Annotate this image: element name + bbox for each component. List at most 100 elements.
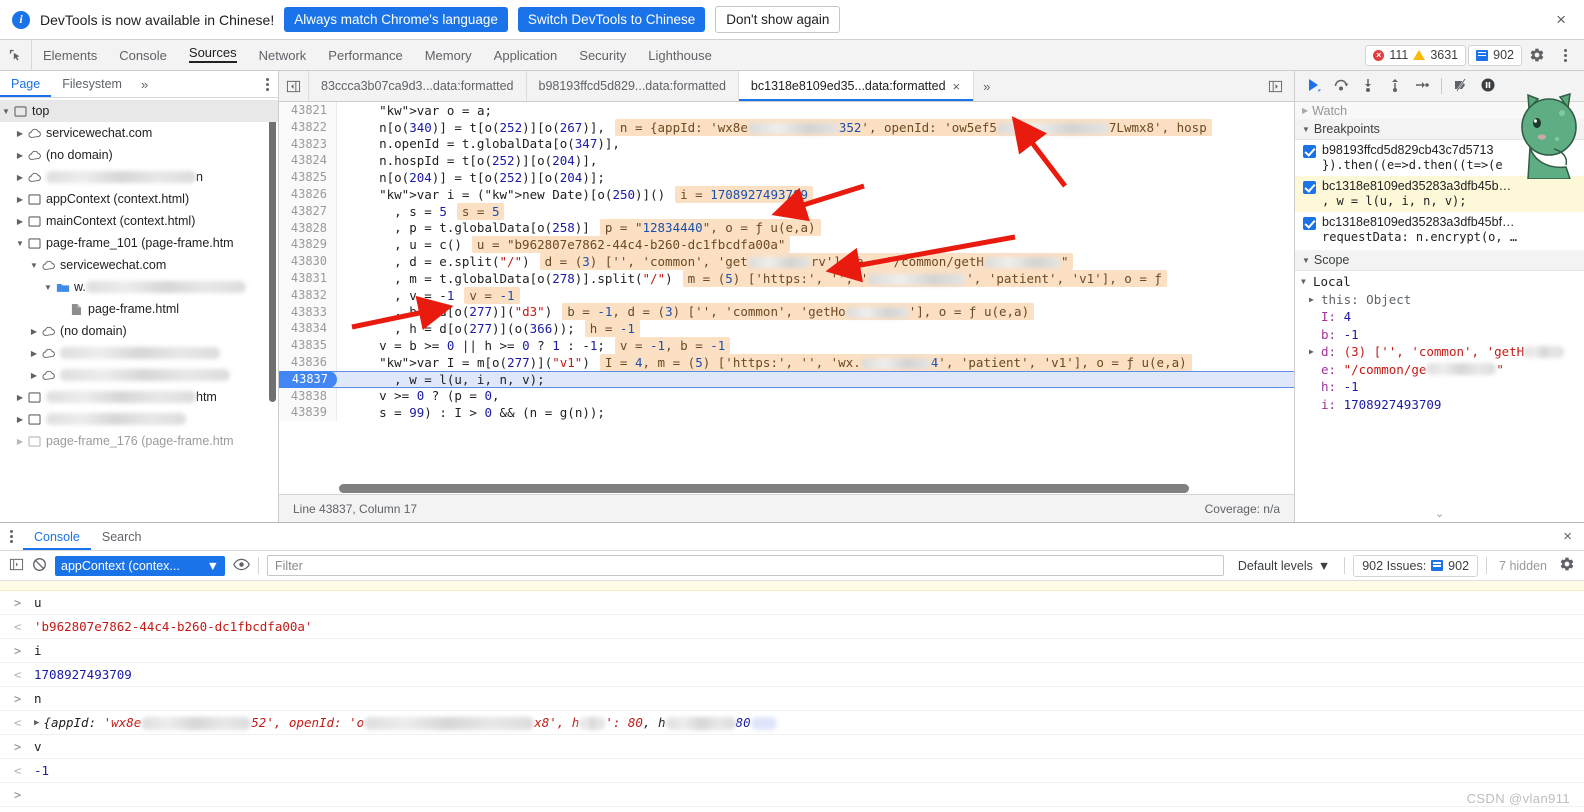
breakpoints-section-header[interactable]: ▼ Breakpoints (1295, 119, 1584, 140)
tree-item[interactable]: mainContext (context.html) (0, 210, 278, 232)
disclosure-triangle-icon[interactable] (14, 437, 26, 446)
scope-group[interactable]: ▼ Local (1295, 273, 1584, 291)
tree-item[interactable]: page-frame.html (0, 298, 278, 320)
breakpoint-item[interactable]: bc1318e8109ed35283a3dfb45b…, w = l(u, i,… (1295, 176, 1584, 212)
tree-item[interactable]: (no domain) (0, 320, 278, 342)
tab-application[interactable]: Application (483, 40, 569, 70)
line-number[interactable]: 43827 (279, 202, 337, 220)
line-number[interactable]: 43822 (279, 118, 337, 136)
scope-variable[interactable]: I: 4 (1295, 308, 1584, 326)
breakpoint-checkbox[interactable] (1303, 217, 1316, 230)
more-options-kebab-icon[interactable] (1552, 43, 1578, 67)
tab-elements[interactable]: Elements (32, 40, 108, 70)
scope-variable[interactable]: b: -1 (1295, 326, 1584, 344)
scope-variable[interactable]: ▶ d: (3) ['', 'common', 'getH (1295, 343, 1584, 361)
file-tabs-overflow-icon[interactable]: » (974, 71, 999, 101)
disclosure-triangle-icon[interactable] (14, 173, 26, 182)
file-tab-bc1318[interactable]: bc1318e8109ed35...data:formatted × (738, 71, 975, 101)
scope-variable[interactable]: h: -1 (1295, 378, 1584, 396)
disclosure-triangle-icon[interactable] (28, 371, 40, 380)
drawer-tab-search[interactable]: Search (91, 523, 153, 550)
line-number[interactable]: 43828 (279, 219, 337, 237)
issues-counter[interactable]: 902 (1468, 44, 1522, 66)
scope-section-header[interactable]: ▼ Scope (1295, 250, 1584, 271)
code-line[interactable]: 43821 "kw">var o = a; (279, 102, 1294, 119)
editor-horizontal-scrollbar[interactable] (339, 484, 1189, 493)
tree-item[interactable]: page-frame_176 (page-frame.htm (0, 430, 278, 452)
tab-lighthouse[interactable]: Lighthouse (637, 40, 723, 70)
code-line[interactable]: 43825 n[o(204)] = t[o(252)][o(204)]; (279, 169, 1294, 186)
console-filter-input[interactable] (267, 555, 1224, 576)
disclosure-triangle-icon[interactable] (14, 217, 26, 226)
settings-gear-icon[interactable] (1524, 43, 1550, 67)
tree-item[interactable]: w. (0, 276, 278, 298)
console-row[interactable]: < -1 (0, 759, 1584, 783)
code-line[interactable]: 43828 , p = t.globalData[o(258)] p = "128… (279, 219, 1294, 237)
step-icon[interactable] (1414, 77, 1430, 96)
disclosure-triangle-icon[interactable] (14, 239, 26, 248)
console-row[interactable]: < ▶ {appId: 'wx8e 52', openId: 'o x8', h ': 8… (0, 711, 1584, 735)
disclosure-triangle-icon[interactable] (28, 327, 40, 336)
inspect-element-icon[interactable] (0, 40, 32, 70)
tree-item[interactable]: servicewechat.com (0, 122, 278, 144)
tree-item[interactable] (0, 408, 278, 430)
code-line[interactable]: 43823 n.openId = t.globalData[o(347)], (279, 135, 1294, 153)
pause-on-exceptions-icon[interactable] (1480, 77, 1496, 96)
console-levels-selector[interactable]: Default levels ▼ (1232, 559, 1336, 573)
console-eye-icon[interactable] (233, 557, 250, 575)
console-context-selector[interactable]: appContext (contex... ▼ (55, 555, 225, 576)
scope-variable[interactable]: ▶ this: Object (1295, 291, 1584, 309)
scope-scroll-down-icon[interactable]: ⌄ (1295, 507, 1584, 520)
line-number[interactable]: 43826 (279, 185, 337, 203)
resume-script-icon[interactable] (1306, 77, 1322, 96)
file-tab-83ccca[interactable]: 83ccca3b07ca9d3...data:formatted (309, 71, 527, 101)
console-row[interactable]: > (0, 783, 1584, 807)
code-line[interactable]: 43826 "kw">var i = ("kw" >new Date)[o(250… (279, 185, 1294, 203)
line-number[interactable]: 43835 (279, 337, 337, 354)
file-tree[interactable]: top servicewechat.com (no domain) n appConte… (0, 98, 278, 522)
step-into-icon[interactable] (1360, 77, 1376, 96)
breakpoints-list[interactable]: b98193ffcd5d829cb43c7d5713}).then((e=>d.… (1295, 140, 1584, 248)
console-issues-button[interactable]: 902 Issues: 902 (1353, 554, 1479, 577)
disclosure-triangle-icon[interactable] (0, 107, 12, 116)
close-infobar-icon[interactable]: × (1552, 11, 1570, 28)
disclosure-triangle-icon[interactable] (14, 129, 26, 138)
chevron-right-icon[interactable]: ▶ (1309, 347, 1321, 356)
line-number[interactable]: 43830 (279, 253, 337, 270)
console-output[interactable]: > u <'b962807e7862-44c4-b260-dc1fbcdfa00a'… (0, 581, 1584, 812)
code-line[interactable]: 43831 , m = t.globalData[o(278)].split("… (279, 269, 1294, 287)
dont-show-again-button[interactable]: Don't show again (715, 6, 841, 33)
step-over-icon[interactable] (1333, 77, 1349, 96)
line-number[interactable]: 43821 (279, 102, 337, 119)
code-line[interactable]: 43836 "kw">var I = m[o(277)]("v1") I = 4,… (279, 353, 1294, 371)
file-tab-b98193[interactable]: b98193ffcd5d829...data:formatted (527, 71, 739, 101)
code-line[interactable]: 43832 , v = -1 v = -1 (279, 286, 1294, 304)
tab-memory[interactable]: Memory (414, 40, 483, 70)
line-number[interactable]: 43829 (279, 236, 337, 254)
line-number[interactable]: 43824 (279, 152, 337, 170)
show-debugger-icon[interactable] (1260, 79, 1290, 94)
line-number[interactable]: 43834 (279, 320, 337, 338)
line-number[interactable]: 43825 (279, 169, 337, 186)
line-number[interactable]: 43823 (279, 135, 337, 153)
scope-variable[interactable]: e: "/common/ge " (1295, 361, 1584, 379)
code-line[interactable]: 43835 v = b >= 0 || h >= 0 ? 1 : -1; v = … (279, 337, 1294, 355)
expand-object-icon[interactable]: ▶ (34, 718, 39, 728)
tree-item[interactable]: n (0, 166, 278, 188)
breakpoint-checkbox[interactable] (1303, 181, 1316, 194)
close-file-tab-icon[interactable]: × (952, 79, 962, 94)
tab-security[interactable]: Security (568, 40, 637, 70)
tree-item[interactable]: htm (0, 386, 278, 408)
breakpoint-checkbox[interactable] (1303, 145, 1316, 158)
tree-item[interactable] (0, 342, 278, 364)
navigator-overflow-icon[interactable]: » (133, 71, 156, 97)
code-line[interactable]: 43839 s = 99) : I > 0 && (n = g(n)); (279, 404, 1294, 422)
breakpoint-item[interactable]: bc1318e8109ed35283a3dfb45bf… requestData:… (1295, 212, 1584, 248)
console-row[interactable]: > v (0, 735, 1584, 759)
navigator-more-icon[interactable] (257, 71, 278, 97)
disclosure-triangle-icon[interactable] (42, 283, 54, 292)
tab-network[interactable]: Network (248, 40, 318, 70)
disclosure-triangle-icon[interactable] (28, 261, 40, 270)
tree-item[interactable] (0, 364, 278, 386)
breakpoint-item[interactable]: b98193ffcd5d829cb43c7d5713}).then((e=>d.… (1295, 140, 1584, 176)
